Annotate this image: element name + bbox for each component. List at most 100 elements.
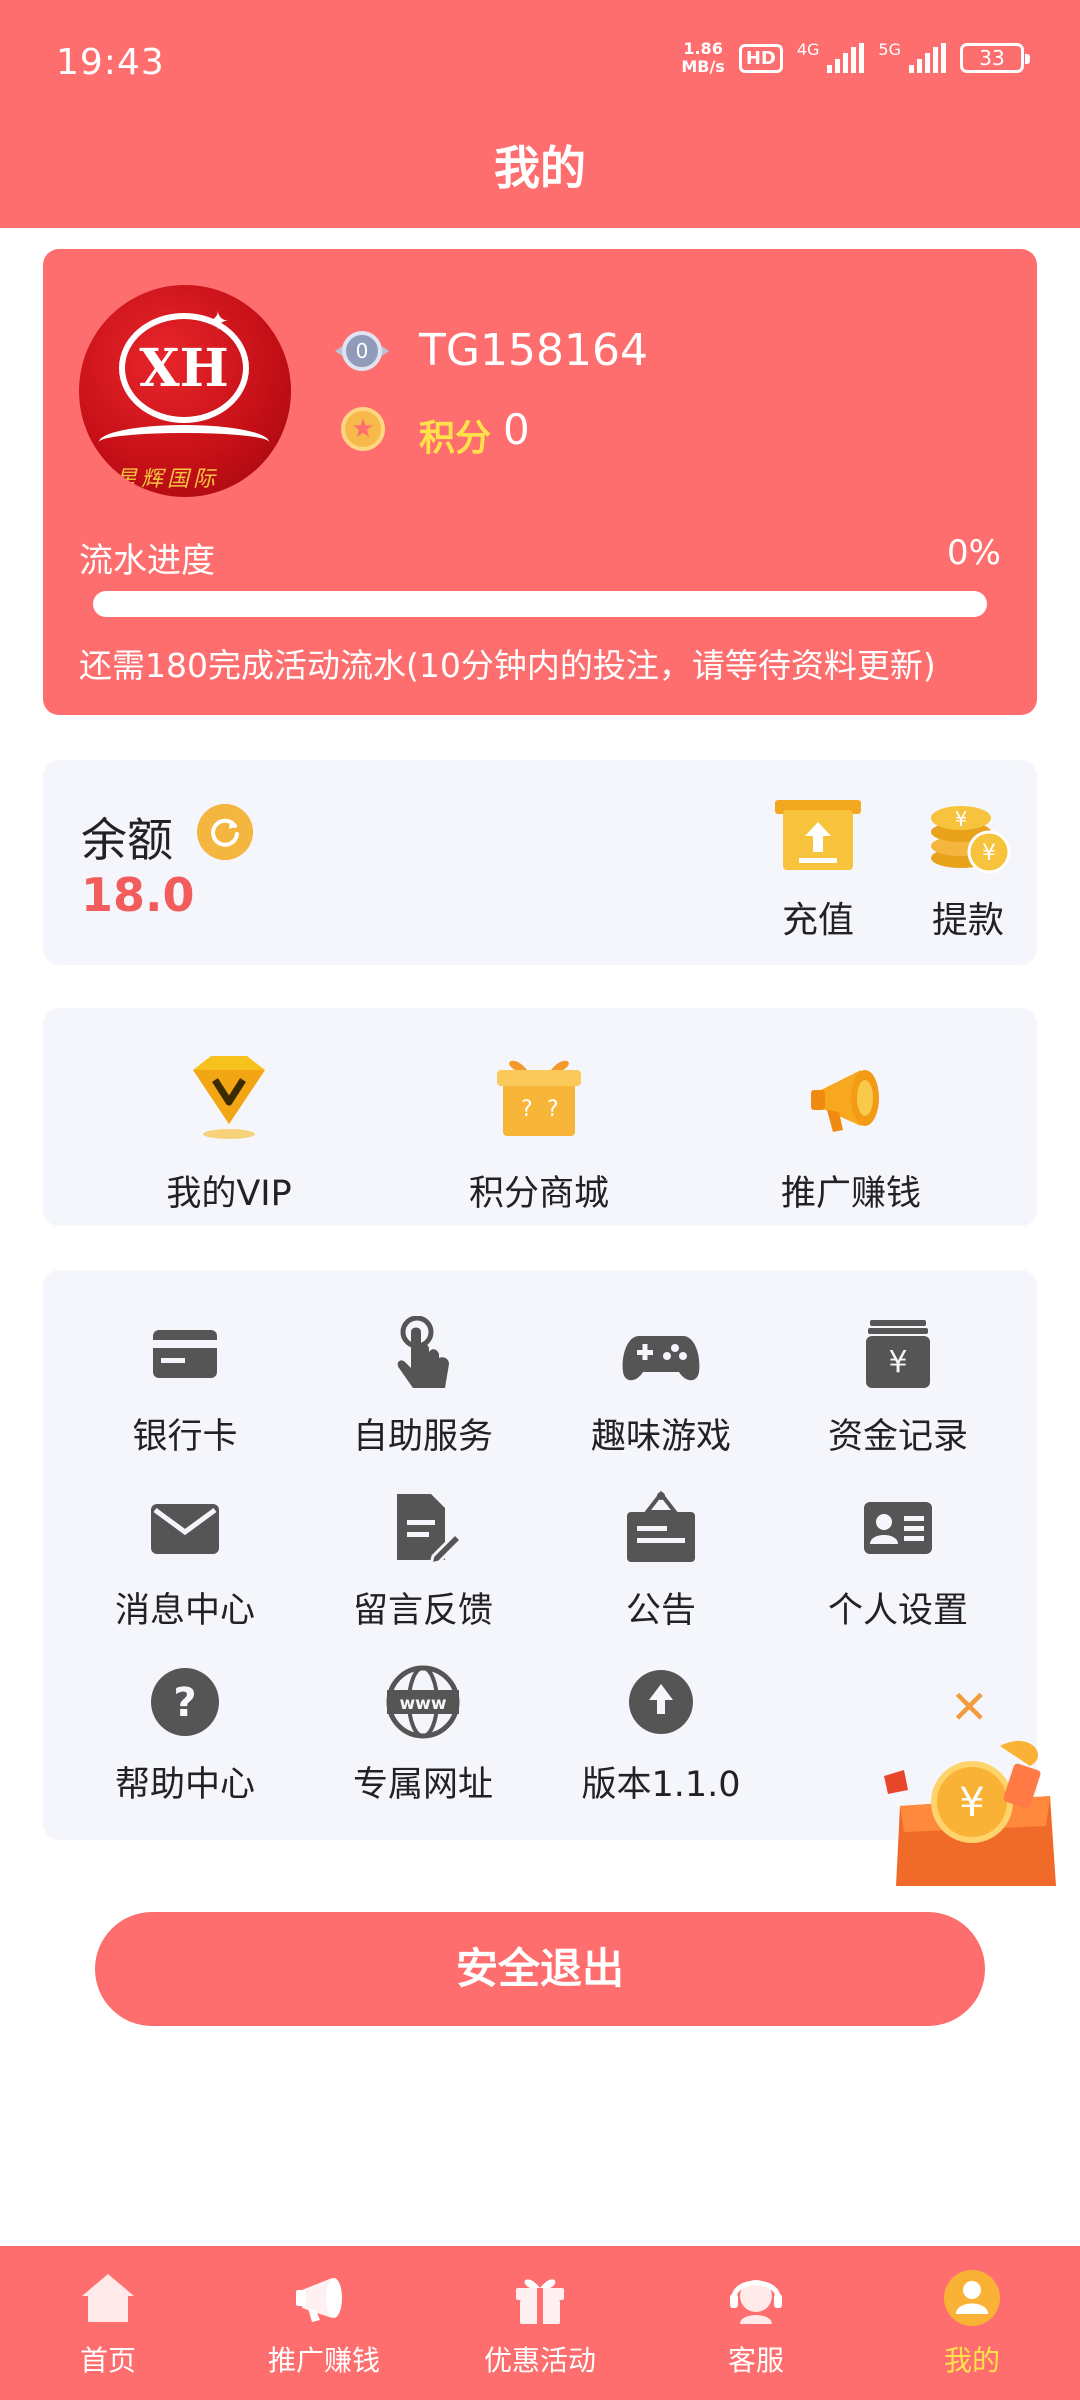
message-center-label: 消息中心 — [114, 1591, 255, 1631]
megaphone-icon — [811, 1070, 879, 1132]
page-title: 我的 — [494, 141, 586, 195]
tab-promote[interactable]: 推广赚钱 — [216, 2246, 432, 2400]
www-globe-icon: www — [386, 1665, 460, 1739]
network-speed: 1.86 MB/s — [681, 39, 725, 76]
points-value: 0 — [503, 405, 530, 454]
help-center-button[interactable]: ? 帮助中心 — [75, 1664, 295, 1807]
headset-icon — [730, 2280, 782, 2324]
balance-value: 18.0 — [81, 868, 195, 922]
promo-gift-icon[interactable]: ¥ — [880, 1736, 1070, 1906]
level-badge-icon: 0 — [335, 331, 389, 371]
self-service-label: 自助服务 — [352, 1417, 493, 1457]
feedback-label: 留言反馈 — [352, 1591, 493, 1631]
tab-mine[interactable]: 我的 — [864, 2246, 1080, 2400]
withdraw-button[interactable]: ¥ ¥ 提款 — [913, 796, 1023, 943]
tab-mine-label: 我的 — [943, 2344, 1000, 2377]
svg-text:www: www — [399, 1694, 446, 1714]
username: TG158164 — [419, 325, 648, 376]
fund-record-button[interactable]: ¥ 资金记录 — [788, 1316, 1008, 1459]
tab-home-label: 首页 — [79, 2344, 136, 2377]
exclusive-url-button[interactable]: www 专属网址 — [313, 1664, 533, 1807]
bank-card-icon — [153, 1330, 217, 1378]
svg-text:?: ? — [521, 1097, 533, 1122]
promo-close-icon[interactable]: ✕ — [950, 1680, 989, 1734]
hd-voice-icon: HD — [738, 43, 783, 73]
bank-card-label: 银行卡 — [132, 1417, 238, 1457]
svg-text:?: ? — [173, 1680, 196, 1726]
battery-icon: 33 — [960, 43, 1030, 73]
progress-note: 还需180完成活动流水(10分钟内的投注，请等待资料更新) — [79, 646, 936, 685]
signal-5g-icon — [909, 43, 946, 73]
balance-card: 余额 18.0 充值 ¥ ¥ 提款 — [43, 760, 1037, 965]
svg-text:?: ? — [547, 1097, 559, 1122]
version-button[interactable]: 版本1.1.0 — [551, 1664, 771, 1807]
balance-label: 余额 — [81, 813, 173, 867]
points-label: 积分 — [419, 418, 492, 459]
bottom-tab-bar: 首页 推广赚钱 优惠活动 客服 我的 — [0, 2246, 1080, 2400]
tab-home[interactable]: 首页 — [0, 2246, 216, 2400]
deposit-label: 充值 — [781, 900, 854, 941]
profile-card: XH ✦ 星辉国际 0 TG158164 ★ 积分 0 流水进度 0% 还需18… — [43, 249, 1037, 715]
points-mall-label: 积分商城 — [468, 1174, 609, 1214]
deposit-icon — [775, 800, 861, 870]
signal-4g-icon — [827, 43, 865, 73]
progress-bar — [93, 591, 987, 617]
withdraw-label: 提款 — [931, 900, 1004, 941]
svg-text:¥: ¥ — [982, 841, 996, 866]
fun-games-label: 趣味游戏 — [590, 1417, 731, 1457]
tab-promotions[interactable]: 优惠活动 — [432, 2246, 648, 2400]
points-mall-button[interactable]: ? ? 积分商城 — [429, 1050, 649, 1216]
announcement-button[interactable]: 公告 — [551, 1490, 771, 1633]
personal-settings-button[interactable]: 个人设置 — [788, 1490, 1008, 1633]
promote-earn-button[interactable]: 推广赚钱 — [741, 1050, 961, 1216]
level-value: 0 — [356, 339, 369, 363]
upload-arrow-icon — [629, 1670, 693, 1734]
tap-hand-icon — [397, 1315, 449, 1388]
id-card-icon — [864, 1502, 932, 1554]
promote-earn-label: 推广赚钱 — [780, 1174, 921, 1214]
message-center-button[interactable]: 消息中心 — [75, 1490, 295, 1633]
star-icon: ✦ — [207, 307, 229, 337]
fun-games-button[interactable]: 趣味游戏 — [551, 1316, 771, 1459]
personal-settings-label: 个人设置 — [827, 1591, 968, 1631]
network-5g-label: 5G — [878, 40, 901, 59]
user-icon — [944, 2270, 1000, 2326]
network-4g-label: 4G — [796, 40, 820, 59]
refresh-icon[interactable] — [197, 804, 253, 860]
bank-card-button[interactable]: 银行卡 — [75, 1316, 295, 1459]
feedback-edit-icon — [397, 1494, 464, 1567]
tab-customer-service-label: 客服 — [727, 2344, 784, 2377]
feedback-button[interactable]: 留言反馈 — [313, 1490, 533, 1633]
feature-card: 我的VIP ? ? 积分商城 推广赚钱 — [43, 1008, 1037, 1226]
progress-percent: 0% — [947, 533, 1001, 573]
gamepad-icon — [622, 1336, 700, 1381]
gift-icon — [516, 2279, 564, 2324]
mail-icon — [151, 1504, 219, 1554]
logout-button[interactable]: 安全退出 — [95, 1912, 985, 2026]
avatar-brand-text: 星辉国际 — [115, 467, 220, 492]
coins-icon: ¥ ¥ — [931, 806, 1011, 874]
help-icon: ? — [151, 1668, 219, 1736]
self-service-button[interactable]: 自助服务 — [313, 1315, 533, 1459]
notice-board-icon — [627, 1490, 695, 1562]
vip-diamond-icon — [193, 1056, 265, 1139]
fund-record-label: 资金记录 — [827, 1417, 968, 1457]
version-label: 版本1.1.0 — [581, 1765, 741, 1805]
svg-text:¥: ¥ — [955, 807, 968, 831]
avatar[interactable]: XH ✦ 星辉国际 — [79, 285, 291, 497]
avatar-logo: XH — [119, 313, 249, 423]
svg-text:¥: ¥ — [888, 1345, 907, 1380]
megaphone-icon — [296, 2278, 342, 2322]
tab-promotions-label: 优惠活动 — [483, 2344, 596, 2377]
vip-button[interactable]: 我的VIP — [119, 1050, 339, 1216]
header: 19:43 1.86 MB/s HD 4G 5G 33 我的 — [0, 0, 1080, 228]
tab-promote-label: 推广赚钱 — [267, 2344, 380, 2377]
tab-customer-service[interactable]: 客服 — [648, 2246, 864, 2400]
help-center-label: 帮助中心 — [114, 1765, 255, 1805]
deposit-button[interactable]: 充值 — [763, 796, 873, 943]
announcement-label: 公告 — [625, 1591, 696, 1631]
avatar-wave — [99, 425, 269, 459]
progress-label: 流水进度 — [79, 541, 215, 581]
exclusive-url-label: 专属网址 — [352, 1765, 493, 1805]
points-star-icon: ★ — [341, 407, 385, 451]
